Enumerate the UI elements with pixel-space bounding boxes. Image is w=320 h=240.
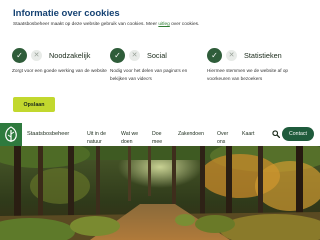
- cookie-intro-text: Staatsbosbeheer maakt op deze website ge…: [13, 22, 159, 27]
- close-icon[interactable]: ✕: [129, 50, 140, 61]
- tree-logo-graphic: [5, 126, 17, 142]
- brand-name[interactable]: Staatsbosbeheer: [27, 131, 69, 137]
- cookie-option-description: Nodig voor het delen van pagina's en bek…: [110, 68, 188, 81]
- main-navigation: Staatsbosbeheer Uit in de natuur Wat we …: [0, 123, 320, 146]
- cookie-intro-end: over cookies.: [169, 22, 200, 27]
- cookie-option-label: Social: [147, 51, 167, 60]
- cookie-info-link[interactable]: uitleg: [158, 22, 169, 27]
- nav-item-wat-we-doen[interactable]: Wat we doen: [121, 130, 141, 146]
- check-icon[interactable]: ✓: [110, 48, 125, 63]
- contact-button[interactable]: Contact: [282, 127, 314, 141]
- cookie-option-social: ✓ ✕ Social Nodig voor het delen van pagi…: [110, 48, 205, 82]
- nav-item-uit-in-de-natuur[interactable]: Uit in de natuur: [87, 130, 109, 146]
- cookie-option-description: Zorgt voor een goede werking van de webs…: [12, 68, 107, 73]
- cookie-option-label: Statistieken: [244, 51, 282, 60]
- cookie-option-necessary: ✓ ✕ Noodzakelijk Zorgt voor een goede we…: [12, 48, 107, 75]
- forest-illustration: [0, 146, 320, 240]
- close-icon[interactable]: ✕: [31, 50, 42, 61]
- save-button[interactable]: Opslaan: [13, 97, 55, 112]
- cookie-option-statistics: ✓ ✕ Statistieken Hiermee stemmen we de w…: [207, 48, 302, 82]
- close-icon[interactable]: ✕: [226, 50, 237, 61]
- cookie-toggle-necessary[interactable]: ✓ ✕ Noodzakelijk: [12, 48, 107, 64]
- cookie-title: Informatie over cookies: [13, 8, 120, 19]
- check-icon[interactable]: ✓: [12, 48, 27, 63]
- forest-hero-image: [0, 146, 320, 240]
- cookie-intro: Staatsbosbeheer maakt op deze website ge…: [13, 22, 199, 27]
- cookie-option-description: Hiermee stemmen we de website af op voor…: [207, 68, 289, 81]
- cookie-toggle-social[interactable]: ✓ ✕ Social: [110, 48, 205, 64]
- cookie-consent-panel: Informatie over cookies Staatsbosbeheer …: [0, 0, 320, 123]
- nav-item-over-ons[interactable]: Over ons: [217, 130, 231, 146]
- nav-item-zakendoen[interactable]: Zakendoen: [178, 130, 204, 138]
- check-icon[interactable]: ✓: [207, 48, 222, 63]
- tree-logo-icon[interactable]: [0, 123, 22, 146]
- nav-item-kaart[interactable]: Kaart: [242, 130, 254, 138]
- nav-item-doe-mee[interactable]: Doe mee: [152, 130, 166, 146]
- cookie-option-label: Noodzakelijk: [49, 51, 91, 60]
- cookie-toggle-statistics[interactable]: ✓ ✕ Statistieken: [207, 48, 302, 64]
- search-icon[interactable]: [272, 130, 280, 138]
